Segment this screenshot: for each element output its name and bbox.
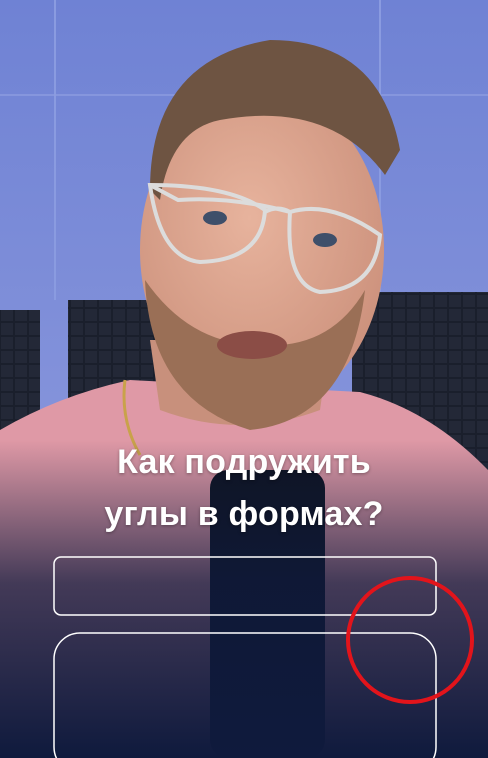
- video-scene: [0, 0, 488, 758]
- video-caption: Как подружить углы в формах?: [0, 436, 488, 540]
- caption-line-1: Как подружить: [117, 443, 371, 481]
- video-frame: Как подружить углы в формах?: [0, 0, 488, 758]
- caption-line-2: углы в формах?: [104, 495, 384, 533]
